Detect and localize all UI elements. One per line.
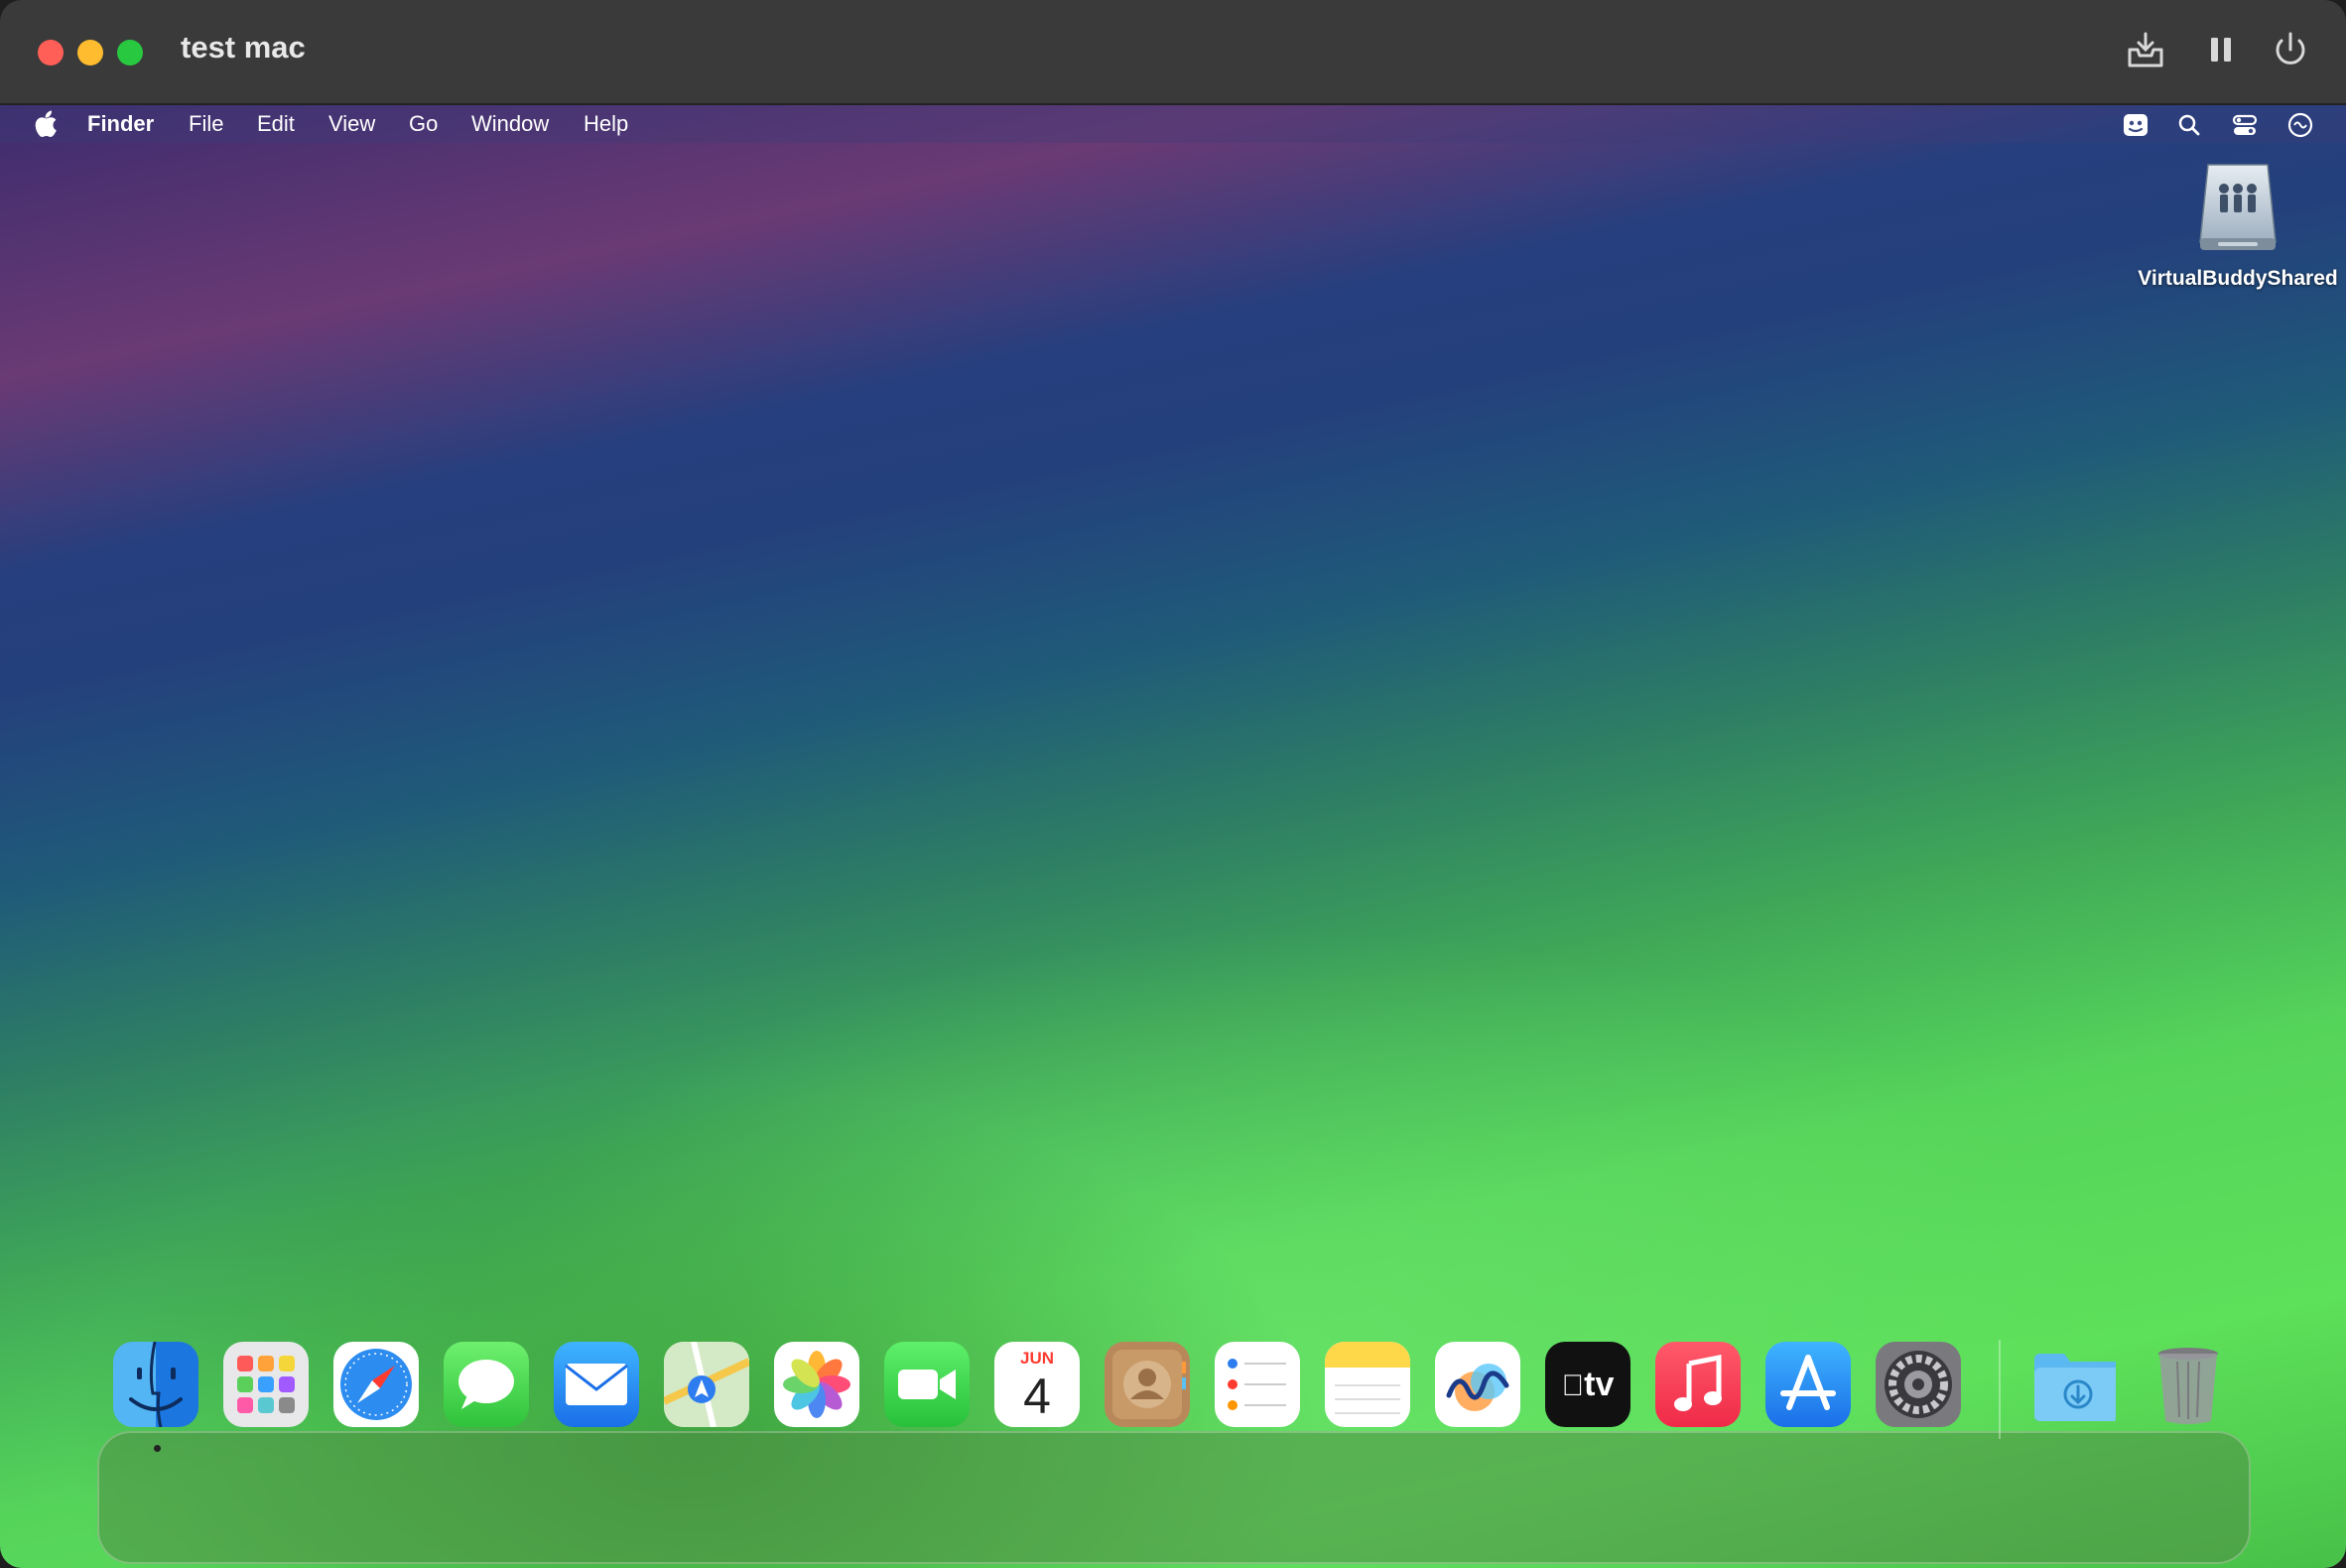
menu-file[interactable]: File (189, 109, 223, 139)
dock-safari[interactable] (333, 1342, 419, 1427)
minimize-button[interactable] (77, 40, 103, 65)
dock-app-store[interactable] (1765, 1342, 1851, 1427)
tray-download-icon[interactable] (2124, 28, 2167, 71)
launchpad-icon (237, 1356, 295, 1413)
dock-launchpad[interactable] (223, 1342, 309, 1427)
maximize-button[interactable] (117, 40, 143, 65)
freeform-scribble-icon (1446, 1364, 1509, 1411)
menu-window[interactable]: Window (471, 109, 549, 139)
dock-contacts[interactable] (1105, 1342, 1190, 1427)
dock-maps[interactable] (664, 1342, 749, 1427)
dock-finder[interactable] (113, 1342, 198, 1427)
message-bubble-icon (458, 1360, 514, 1409)
trash-icon (2158, 1348, 2218, 1424)
contact-person-icon (1112, 1350, 1186, 1419)
video-camera-icon (898, 1370, 956, 1399)
vm-window: test mac Finder File Edit View Go Window… (0, 0, 2346, 1568)
search-icon[interactable] (2175, 111, 2203, 139)
desktop-item-label: VirtualBuddyShared (2138, 267, 2338, 290)
downloads-folder-icon (2034, 1354, 2116, 1421)
app-store-icon (1780, 1355, 1836, 1410)
desktop-item[interactable]: VirtualBuddyShared (2134, 159, 2342, 292)
music-note-icon (1674, 1354, 1722, 1411)
running-indicator (154, 1445, 161, 1452)
menu-view[interactable]: View (328, 109, 375, 139)
envelope-icon (565, 1364, 628, 1405)
dock-mail[interactable] (554, 1342, 639, 1427)
checklist-icon (1228, 1359, 1286, 1410)
siri-icon[interactable] (2286, 111, 2314, 139)
menu-app-name[interactable]: Finder (87, 109, 154, 139)
notepad-icon (1325, 1342, 1410, 1414)
dock-tv[interactable]: tv (1545, 1342, 1630, 1427)
close-button[interactable] (38, 40, 64, 65)
shared-drive-icon (2188, 159, 2287, 258)
window-titlebar: test mac (0, 0, 2346, 105)
dock-downloads[interactable] (2030, 1342, 2116, 1427)
dock-system-settings[interactable] (1876, 1342, 1961, 1427)
dock-notes[interactable] (1325, 1342, 1410, 1427)
safari-compass-icon (340, 1349, 412, 1420)
calendar-day: 4 (1023, 1369, 1051, 1424)
window-title: test mac (181, 30, 306, 65)
apple-logo-icon[interactable] (32, 109, 60, 138)
dock-trash[interactable] (2146, 1342, 2231, 1427)
dock-messages[interactable] (444, 1342, 529, 1427)
apple-logo-icon:  (1562, 1370, 1585, 1402)
dock-music[interactable] (1655, 1342, 1741, 1427)
virtualbuddy-icon[interactable] (2122, 111, 2150, 139)
dock-freeform[interactable] (1435, 1342, 1520, 1427)
photos-flower-icon (783, 1351, 850, 1418)
calendar-month: JUN (1019, 1349, 1054, 1368)
dock-facetime[interactable] (884, 1342, 970, 1427)
menu-help[interactable]: Help (584, 109, 628, 139)
finder-icon (129, 1342, 183, 1427)
menu-go[interactable]: Go (409, 109, 438, 139)
dock-reminders[interactable] (1215, 1342, 1300, 1427)
tv-text: tv (1572, 1366, 1614, 1403)
map-icon (664, 1342, 749, 1427)
gear-icon (1885, 1351, 1952, 1418)
dock-photos[interactable] (774, 1342, 859, 1427)
tv-label: tv (1545, 1342, 1630, 1427)
dock-calendar[interactable]: JUN 4 (994, 1342, 1080, 1427)
dock-separator (1999, 1340, 2001, 1439)
control-center-icon[interactable] (2231, 111, 2259, 139)
macos-menubar: Finder File Edit View Go Window Help (0, 105, 2346, 143)
pause-icon[interactable] (2199, 28, 2243, 71)
menu-edit[interactable]: Edit (257, 109, 295, 139)
dock (97, 1431, 2251, 1564)
power-icon[interactable] (2269, 28, 2312, 71)
